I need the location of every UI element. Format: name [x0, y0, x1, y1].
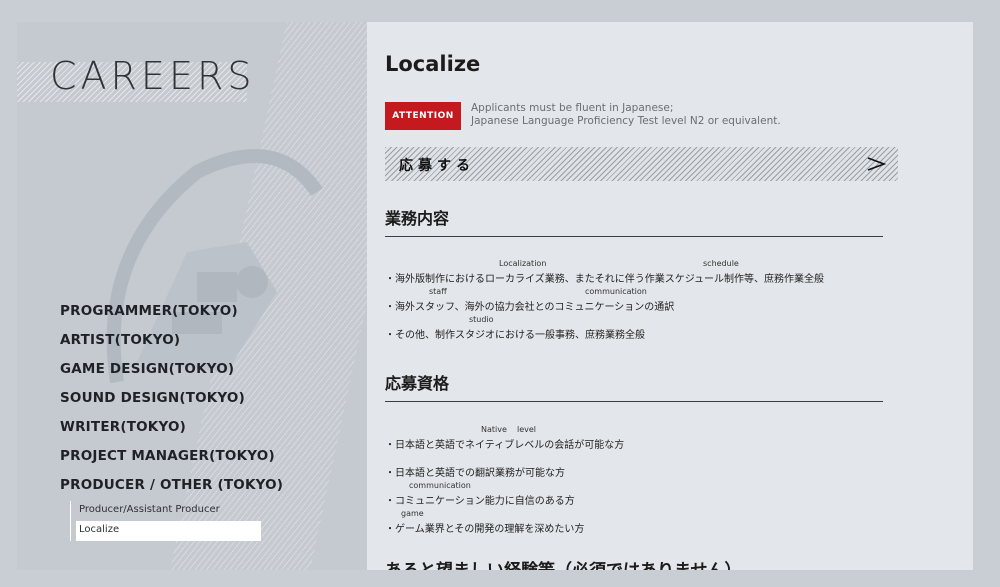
nav-item-writer[interactable]: WRITER(TOKYO): [60, 418, 320, 447]
page-title: Localize: [385, 52, 481, 76]
ruby-note: Localization: [499, 259, 547, 268]
nav-item-sound-design[interactable]: SOUND DESIGN(TOKYO): [60, 389, 320, 418]
ruby-note: level: [517, 425, 537, 434]
apply-label: 応募する: [399, 158, 475, 174]
list-item: studio ・その他、制作スタジオにおける一般事務、庶務業務全般: [385, 315, 905, 354]
nav-item-programmer[interactable]: PROGRAMMER(TOKYO): [60, 302, 320, 331]
job-content: Localize ATTENTION Applicants must be fl…: [385, 22, 945, 570]
list-item: Native level ・日本語と英語でネイティブレベルの会話が可能な方: [385, 425, 905, 464]
section-heading-duties: 業務内容: [385, 205, 883, 237]
list-item-text: ・コミュニケーション能力に自信のある方: [385, 496, 575, 507]
requirements-list: Native level ・日本語と英語でネイティブレベルの会話が可能な方 ・日…: [385, 425, 905, 548]
nav-item-project-manager[interactable]: PROJECT MANAGER(TOKYO): [60, 447, 320, 476]
ruby-note: communication: [585, 287, 647, 296]
sidebar: CAREERS PROGRAMMER(TOKYO) ARTIST(TOKYO) …: [17, 22, 367, 570]
ruby-note: game: [401, 509, 424, 518]
ruby-note: communication: [409, 481, 471, 490]
list-item: communication ・コミュニケーション能力に自信のある方: [385, 481, 905, 520]
ruby-note: studio: [469, 315, 494, 324]
chevron-right-icon: [867, 157, 886, 171]
ruby-note: Native: [481, 425, 507, 434]
subnav-item-producer[interactable]: Producer/Assistant Producer: [76, 501, 320, 521]
list-item-text: ・日本語と英語での翻訳業務が可能な方: [385, 468, 565, 479]
duties-list: Localization schedule ・海外版制作におけるローカライズ業務…: [385, 259, 905, 354]
list-item-text: ・日本語と英語でネイティブレベルの会話が可能な方: [385, 440, 625, 451]
list-item-text: ・海外スタッフ、海外の協力会社とのコミュニケーションの通訳: [385, 302, 675, 313]
ruby-note: staff: [429, 287, 447, 296]
ruby-note: schedule: [703, 259, 739, 268]
subnav-item-localize[interactable]: Localize: [76, 521, 261, 541]
section-heading-requirements: 応募資格: [385, 370, 883, 402]
careers-title: CAREERS: [50, 54, 256, 98]
list-item-text: ・ゲーム業界とその開発の理解を深めたい方: [385, 524, 585, 535]
list-item-text: ・その他、制作スタジオにおける一般事務、庶務業務全般: [385, 330, 645, 341]
subnav: Producer/Assistant Producer Localize: [70, 501, 320, 541]
list-item: game ・ゲーム業界とその開発の理解を深めたい方: [385, 509, 905, 548]
careers-panel: CAREERS PROGRAMMER(TOKYO) ARTIST(TOKYO) …: [17, 22, 973, 570]
apply-button[interactable]: 応募する: [385, 147, 898, 181]
attention-line-2: Japanese Language Proficiency Test level…: [471, 115, 781, 127]
section-heading-preferred: あると望ましい経験等（必須ではありません）: [385, 556, 883, 570]
attention-badge: ATTENTION: [385, 102, 461, 130]
list-item-text: ・海外版制作におけるローカライズ業務、またそれに伴う作業スケジュール制作等、庶務…: [385, 274, 824, 285]
list-item: staff communication ・海外スタッフ、海外の協力会社とのコミュ…: [385, 287, 905, 326]
careers-nav: PROGRAMMER(TOKYO) ARTIST(TOKYO) GAME DES…: [60, 302, 320, 541]
attention-text: Applicants must be fluent in Japanese; J…: [471, 102, 781, 128]
nav-item-artist[interactable]: ARTIST(TOKYO): [60, 331, 320, 360]
attention-line-1: Applicants must be fluent in Japanese;: [471, 102, 674, 114]
nav-item-game-design[interactable]: GAME DESIGN(TOKYO): [60, 360, 320, 389]
